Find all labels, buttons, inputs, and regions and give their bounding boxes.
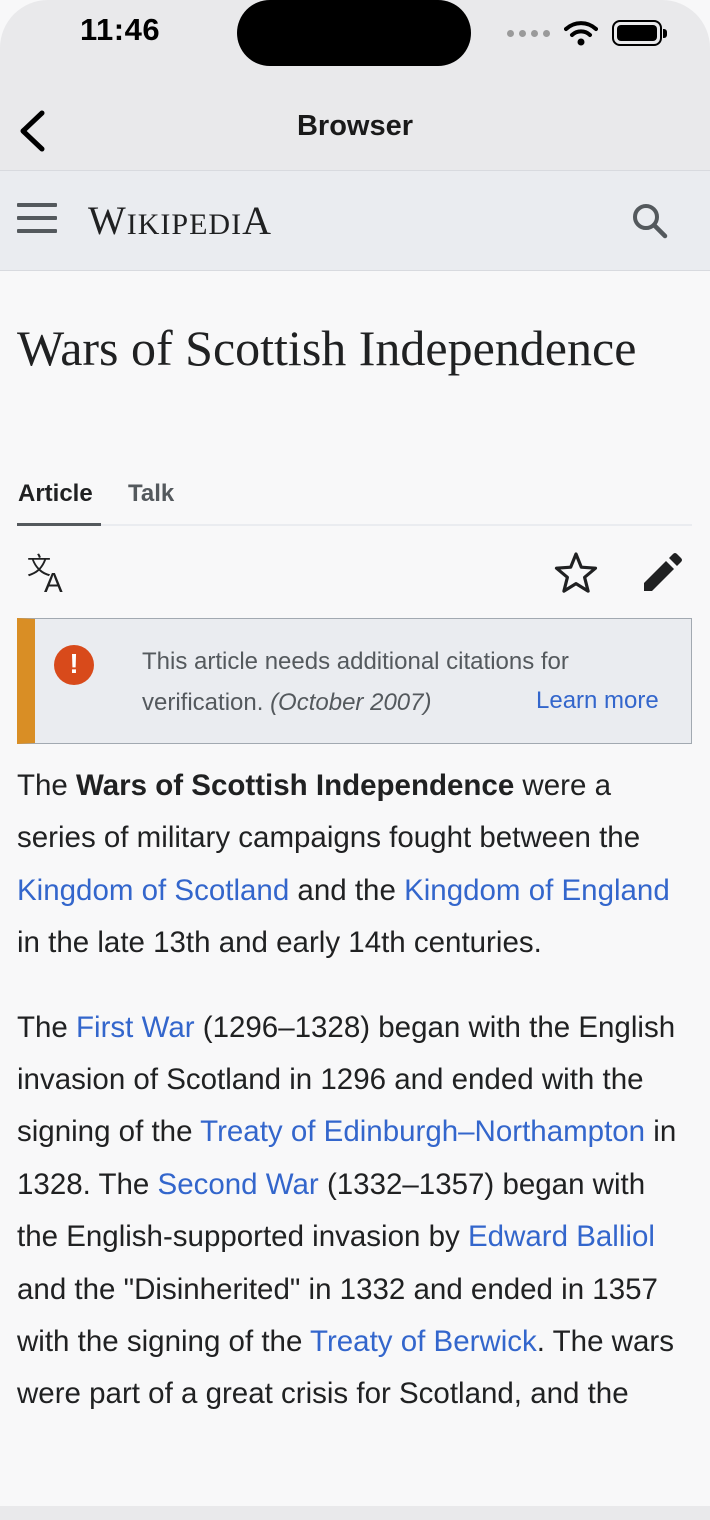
text-run: in the late 13th and early 14th centurie… [17,926,542,960]
top-bar: 11:46 Browser [0,0,710,170]
article-link[interactable]: Kingdom of Scotland [17,874,289,907]
watch-star-button[interactable] [551,548,601,598]
paragraph: The First War (1296–1328) began with the… [17,1002,693,1421]
article-link[interactable]: Kingdom of England [404,874,670,907]
search-button[interactable] [624,195,676,247]
edit-pencil-icon [644,553,682,591]
paragraph: The Wars of Scottish Independence were a… [17,760,693,970]
battery-icon [612,20,667,46]
page-title: Wars of Scottish Independence [17,320,637,376]
menu-button[interactable] [17,203,57,239]
tab-article[interactable]: Article [18,480,93,508]
article-link[interactable]: Treaty of Edinburgh–Northampton [200,1115,645,1148]
text-run: The [17,1010,77,1044]
warning-icon [54,645,94,685]
translate-icon: 文 A [27,552,63,598]
article-link[interactable]: Treaty of Berwick [310,1325,537,1358]
article-link[interactable]: First War [76,1011,195,1044]
edit-button[interactable] [636,548,686,598]
browser-title: Browser [296,110,414,142]
wikipedia-header: WIKIPEDIA [0,170,710,271]
status-time: 11:46 [80,12,161,47]
active-tab-indicator [17,523,101,526]
status-icons [507,18,667,48]
tab-talk[interactable]: Talk [128,480,174,508]
star-icon [554,552,598,593]
text-run: The [17,769,77,802]
svg-text:A: A [44,567,63,598]
wifi-icon [564,21,598,46]
search-icon [633,204,668,239]
notice-date: (October 2007) [270,689,432,716]
article-tabs: Article Talk [17,474,692,526]
wikipedia-wordmark[interactable]: WIKIPEDIA [88,197,272,244]
dynamic-island [237,0,471,66]
citation-notice: This article needs additional citations … [17,618,692,744]
article-link[interactable]: Edward Balliol [468,1220,655,1253]
article-body: The Wars of Scottish Independence were a… [17,760,693,1453]
language-button[interactable]: 文 A [24,548,74,598]
cellular-signal-icon [507,29,550,37]
article-link[interactable]: Second War [158,1168,319,1201]
bold-term: Wars of Scottish Independence [76,769,515,802]
bottom-edge [0,1506,710,1520]
text-run: and the [289,873,405,907]
learn-more-link[interactable]: Learn more [536,687,659,715]
